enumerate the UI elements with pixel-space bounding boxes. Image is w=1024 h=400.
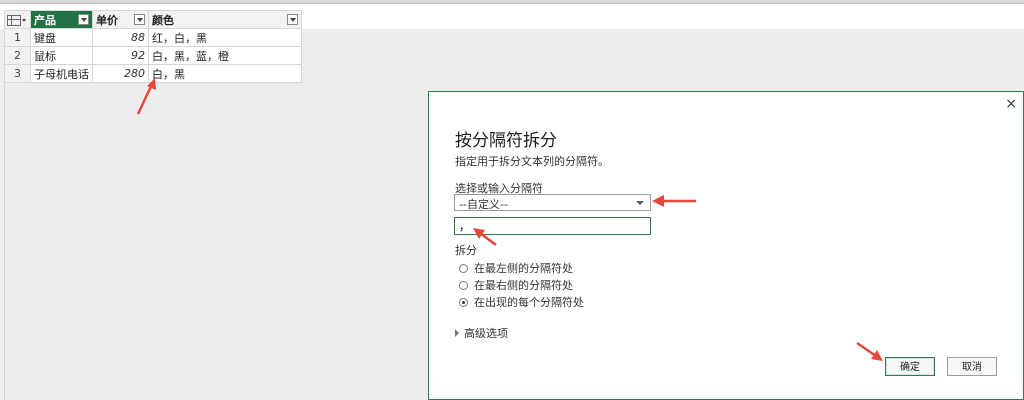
cell-price[interactable]: 92	[92, 46, 149, 65]
annotation-arrow-input	[473, 228, 497, 246]
column-header-product[interactable]: 产品	[30, 10, 93, 29]
radio-label: 在最左侧的分隔符处	[474, 262, 573, 275]
data-table: 产品 单价 颜色 1 键盘 88 红，白，黑 2 鼠标 92 白，黑，蓝，橙 3…	[4, 10, 302, 83]
cell-color[interactable]: 白，黑，蓝，橙	[148, 46, 302, 65]
table-icon	[7, 14, 21, 26]
left-divider	[4, 84, 5, 400]
radio-button[interactable]	[459, 263, 468, 273]
dialog-description: 指定用于拆分文本列的分隔符。	[455, 155, 609, 168]
split-by-delimiter-dialog: × 按分隔符拆分 指定用于拆分文本列的分隔符。 选择或输入分隔符 --自定义--…	[428, 91, 1024, 400]
radio-label: 在最右侧的分隔符处	[474, 279, 573, 292]
radio-option-rightmost[interactable]: 在最右侧的分隔符处	[459, 277, 573, 293]
cancel-button[interactable]: 取消	[947, 357, 997, 376]
row-number[interactable]: 1	[4, 28, 31, 47]
filter-dropdown-icon[interactable]	[78, 14, 89, 25]
chevron-down-icon	[22, 18, 26, 22]
column-header-label: 产品	[34, 13, 56, 27]
cell-product[interactable]: 鼠标	[30, 46, 93, 65]
cell-price[interactable]: 88	[92, 28, 149, 47]
row-number[interactable]: 2	[4, 46, 31, 65]
annotation-arrow-table	[136, 78, 156, 115]
advanced-options-label: 高级选项	[464, 327, 508, 340]
table-row: 2 鼠标 92 白，黑，蓝，橙	[4, 46, 302, 65]
filter-dropdown-icon[interactable]	[134, 14, 145, 25]
column-header-label: 单价	[96, 13, 118, 27]
chevron-down-icon	[636, 201, 644, 205]
radio-label: 在出现的每个分隔符处	[474, 296, 584, 309]
column-header-label: 颜色	[152, 13, 174, 27]
table-row: 1 键盘 88 红，白，黑	[4, 28, 302, 47]
delimiter-select-value: --自定义--	[459, 198, 508, 211]
chevron-right-icon	[455, 329, 459, 337]
column-header-price[interactable]: 单价	[92, 10, 149, 29]
radio-option-each-occurrence[interactable]: 在出现的每个分隔符处	[459, 294, 584, 310]
table-header-row: 产品 单价 颜色	[4, 10, 302, 29]
close-icon[interactable]: ×	[1005, 96, 1017, 112]
cell-color[interactable]: 红，白，黑	[148, 28, 302, 47]
radio-button[interactable]	[459, 280, 468, 290]
filter-dropdown-icon[interactable]	[287, 14, 298, 25]
annotation-arrow-ok	[856, 341, 883, 361]
annotation-arrow-select	[652, 195, 696, 207]
table-menu-button[interactable]	[4, 10, 31, 29]
radio-option-leftmost[interactable]: 在最左侧的分隔符处	[459, 260, 573, 276]
column-header-color[interactable]: 颜色	[148, 10, 302, 29]
delimiter-select[interactable]: --自定义--	[454, 194, 651, 211]
dialog-title: 按分隔符拆分	[455, 131, 557, 151]
row-number[interactable]: 3	[4, 64, 31, 83]
radio-button[interactable]	[459, 297, 468, 307]
ok-button[interactable]: 确定	[885, 357, 935, 376]
cell-color[interactable]: 白，黑	[148, 64, 302, 83]
cell-product[interactable]: 子母机电话	[30, 64, 93, 83]
advanced-options-toggle[interactable]: 高级选项	[455, 325, 508, 341]
cell-product[interactable]: 键盘	[30, 28, 93, 47]
